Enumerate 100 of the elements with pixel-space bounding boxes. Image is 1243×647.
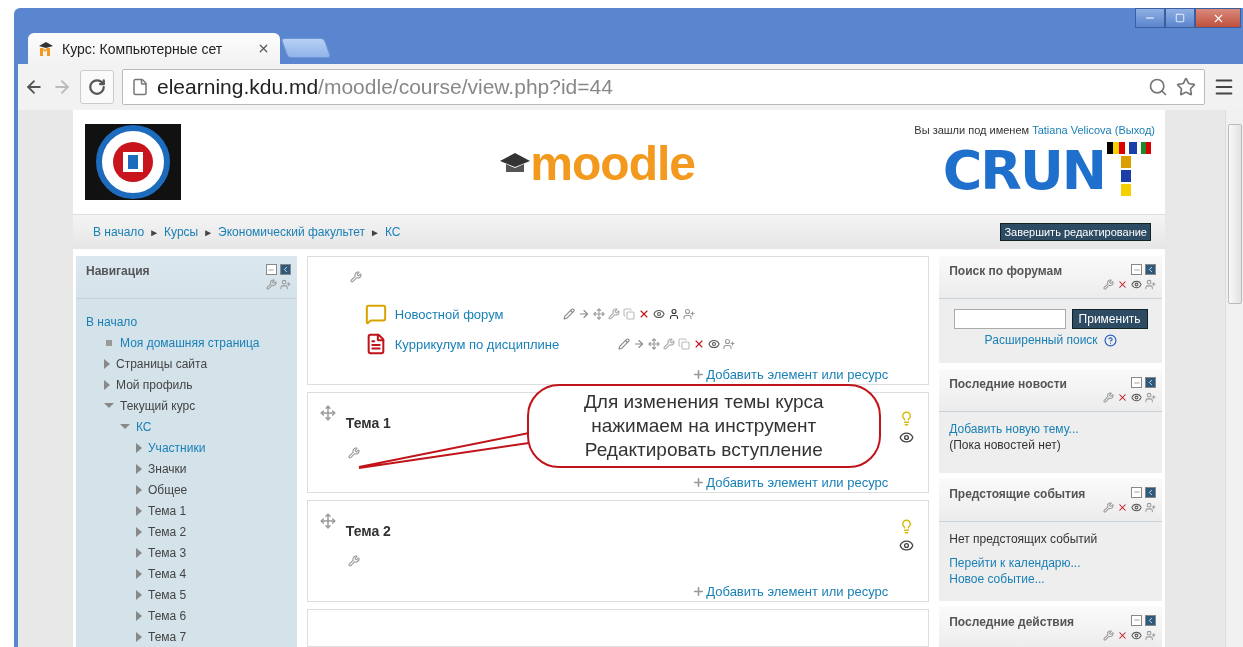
eye-icon[interactable] (1131, 630, 1142, 641)
nav-item[interactable]: Тема 1 (148, 503, 187, 518)
nav-item[interactable]: Значки (148, 461, 187, 476)
eye-icon[interactable] (1131, 392, 1142, 404)
collapsed-triangle-icon[interactable] (136, 631, 142, 642)
nav-item[interactable]: Тема 4 (148, 566, 187, 581)
collapsed-triangle-icon[interactable] (104, 379, 110, 390)
nav-item[interactable]: Моя домашняя страница (120, 335, 260, 350)
dock-icon[interactable] (1145, 486, 1156, 498)
edit-wrench-icon[interactable] (349, 271, 362, 283)
nav-item[interactable]: Тема 3 (148, 545, 187, 560)
wrench-icon[interactable] (1103, 630, 1114, 641)
expanded-triangle-icon[interactable] (120, 424, 130, 429)
nav-item[interactable]: Участники (148, 440, 206, 455)
dock-icon[interactable] (1145, 615, 1156, 626)
move-icon[interactable] (319, 405, 336, 421)
delete-icon[interactable] (1117, 630, 1128, 641)
collapsed-triangle-icon[interactable] (104, 358, 110, 369)
wrench-icon[interactable] (1103, 392, 1114, 404)
collapse-icon[interactable] (265, 264, 277, 275)
dock-icon[interactable] (1145, 377, 1156, 389)
nav-item[interactable]: В начало (86, 314, 138, 329)
eye-icon[interactable] (707, 338, 720, 350)
minimize-button[interactable] (1135, 8, 1165, 28)
edit-wrench-icon[interactable] (347, 555, 360, 568)
arrow-right-icon[interactable] (577, 308, 590, 320)
activity-link[interactable]: Новостной форум (394, 306, 555, 322)
delete-icon[interactable] (1117, 501, 1128, 513)
wrench-icon[interactable] (662, 338, 675, 350)
nav-item[interactable]: Общее (148, 482, 188, 497)
back-icon[interactable] (24, 77, 44, 97)
collapsed-triangle-icon[interactable] (136, 484, 142, 495)
nav-item[interactable]: Тема 5 (148, 587, 187, 602)
maximize-button[interactable] (1165, 8, 1195, 28)
nav-item[interactable]: Тема 6 (148, 608, 187, 623)
wrench-icon[interactable] (1103, 501, 1114, 513)
collapse-icon[interactable] (1131, 486, 1142, 498)
expanded-triangle-icon[interactable] (104, 403, 114, 408)
eye-icon[interactable] (899, 430, 915, 445)
advanced-search-link[interactable]: Расширенный поиск (984, 333, 1098, 347)
help-icon[interactable] (1103, 333, 1117, 347)
collapsed-triangle-icon[interactable] (136, 547, 142, 558)
pencil-icon[interactable] (617, 338, 630, 350)
add-activity-link[interactable]: Добавить элемент или ресурс (692, 367, 889, 382)
collapse-icon[interactable] (1131, 377, 1142, 389)
breadcrumb-link[interactable]: Экономический факультет (218, 225, 366, 239)
arrow-right-icon[interactable] (632, 338, 645, 350)
forward-icon[interactable] (52, 77, 72, 97)
new-tab-button[interactable] (280, 38, 332, 58)
collapsed-triangle-icon[interactable] (136, 589, 142, 600)
eye-icon[interactable] (899, 538, 915, 554)
wrench-icon[interactable] (607, 308, 620, 320)
eye-icon[interactable] (1131, 279, 1142, 290)
collapse-icon[interactable] (1131, 615, 1142, 626)
move-icon[interactable] (319, 513, 336, 530)
collapsed-triangle-icon[interactable] (136, 610, 142, 621)
add-topic-link[interactable]: Добавить новую тему... (949, 422, 1079, 437)
delete-icon[interactable] (1117, 392, 1128, 404)
search-input[interactable] (953, 309, 1066, 329)
user-link[interactable]: Tatiana Velicova (1032, 124, 1112, 136)
collapse-icon[interactable] (1131, 264, 1142, 275)
event-link[interactable]: Перейти к календарю... (949, 555, 1081, 570)
nav-item[interactable]: Текущий курс (120, 398, 196, 413)
nav-item[interactable]: Тема 7 (148, 629, 187, 644)
scrollbar[interactable] (1225, 110, 1243, 647)
add-activity-link[interactable]: Добавить элемент или ресурс (692, 475, 889, 491)
collapsed-triangle-icon[interactable] (136, 568, 142, 579)
collapsed-triangle-icon[interactable] (136, 442, 142, 453)
finish-editing-button[interactable]: Завершить редактирование (1000, 223, 1151, 241)
add-activity-link[interactable]: Добавить элемент или ресурс (692, 583, 889, 599)
nav-item[interactable]: Мой профиль (116, 377, 193, 392)
activity-link[interactable]: Куррикулум по дисциплине (394, 336, 610, 352)
collapsed-triangle-icon[interactable] (136, 526, 142, 537)
wrench-icon[interactable] (1103, 279, 1114, 290)
browser-tab[interactable]: Курс: Компьютерные сет (28, 33, 280, 64)
move-icon[interactable] (592, 308, 605, 320)
event-link[interactable]: Новое событие... (949, 571, 1045, 586)
eye-icon[interactable] (652, 308, 665, 320)
nav-item[interactable]: КС (136, 419, 152, 434)
breadcrumb-link[interactable]: В начало (93, 225, 145, 239)
collapsed-triangle-icon[interactable] (136, 505, 142, 516)
address-bar[interactable]: elearning.kdu.md/moodle/course/view.php?id=44 (122, 69, 1205, 105)
close-tab-icon[interactable] (257, 42, 270, 55)
delete-icon[interactable] (1117, 279, 1128, 290)
collapsed-triangle-icon[interactable] (136, 463, 142, 474)
dock-icon[interactable] (279, 264, 291, 275)
breadcrumb-link[interactable]: Курсы (164, 225, 199, 239)
move-icon[interactable] (647, 338, 660, 350)
breadcrumb-link[interactable]: КС (385, 225, 401, 239)
apply-button[interactable]: Применить (1071, 309, 1148, 329)
pencil-icon[interactable] (562, 308, 575, 320)
reload-button[interactable] (80, 70, 114, 104)
edit-wrench-icon[interactable] (347, 447, 360, 459)
user-icon[interactable] (667, 308, 680, 320)
nav-item[interactable]: Тема 2 (148, 524, 187, 539)
dock-icon[interactable] (1145, 264, 1156, 275)
logout-link[interactable]: (Выход) (1114, 124, 1155, 136)
eye-icon[interactable] (1131, 501, 1142, 513)
nav-item[interactable]: Страницы сайта (116, 356, 208, 371)
close-button[interactable] (1195, 8, 1241, 28)
